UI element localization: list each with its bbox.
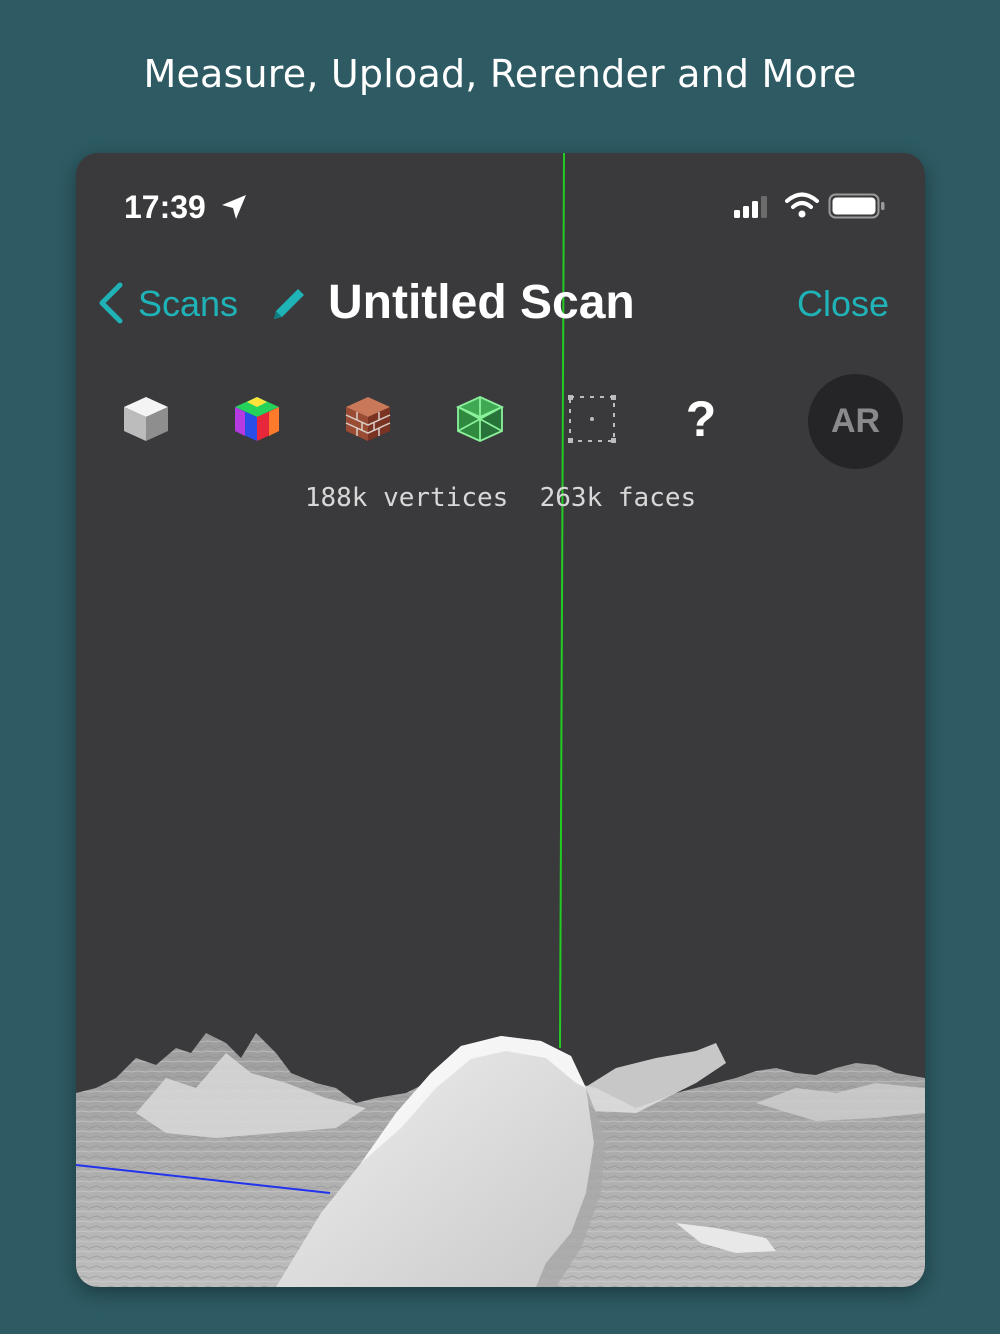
ar-view-button[interactable]: AR	[808, 374, 903, 469]
chevron-left-icon[interactable]	[94, 281, 128, 325]
vertex-color-icon	[235, 397, 279, 441]
help-icon[interactable]: ?	[680, 391, 722, 447]
solid-shading-button[interactable]	[118, 391, 174, 447]
cellular-signal-icon	[734, 196, 767, 218]
wireframe-button[interactable]	[452, 391, 508, 447]
status-time: 17:39	[124, 189, 206, 225]
solid-shading-icon	[124, 397, 168, 441]
wireframe-cube-icon	[455, 396, 505, 442]
phone-screen: 17:39 Scans Untitled Scan Close ? AR 188…	[76, 153, 925, 1287]
back-to-scans-button[interactable]: Scans	[138, 283, 238, 325]
battery-icon	[828, 193, 885, 219]
bounding-box-button[interactable]	[564, 391, 620, 447]
mesh-stats: 188k vertices 263k faces	[304, 483, 697, 513]
location-arrow-icon	[222, 195, 246, 219]
pencil-edit-icon[interactable]	[268, 283, 308, 323]
texture-button[interactable]	[340, 391, 396, 447]
scan-title[interactable]: Untitled Scan	[328, 275, 635, 330]
wifi-icon	[785, 192, 819, 218]
brick-texture-icon	[345, 397, 391, 441]
close-button[interactable]: Close	[797, 283, 889, 325]
promo-caption: Measure, Upload, Rerender and More	[143, 52, 857, 96]
bounding-box-icon	[568, 395, 616, 443]
vertex-color-button[interactable]	[229, 391, 285, 447]
